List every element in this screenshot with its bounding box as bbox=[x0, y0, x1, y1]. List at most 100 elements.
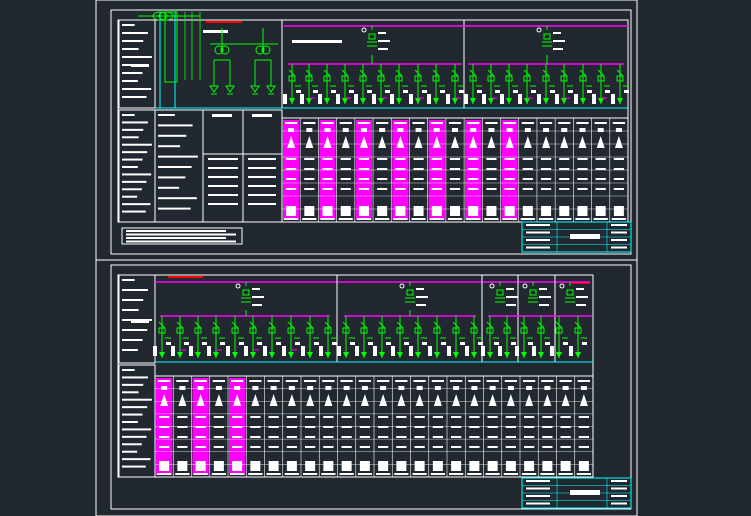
cell-block bbox=[542, 461, 553, 471]
feeder bbox=[592, 64, 610, 104]
cell-text bbox=[213, 436, 224, 438]
node bbox=[361, 27, 367, 33]
incomer-label bbox=[539, 288, 547, 290]
notes-text bbox=[126, 237, 226, 239]
cell-block bbox=[414, 461, 425, 471]
title-block-text bbox=[611, 480, 627, 482]
feeder-label bbox=[202, 342, 207, 345]
current-transformer bbox=[355, 346, 359, 356]
title-block-text bbox=[570, 234, 600, 239]
arrow-icon bbox=[378, 98, 384, 104]
ground-icon bbox=[266, 85, 276, 93]
cell-text bbox=[159, 446, 170, 448]
cell-text bbox=[414, 446, 425, 448]
breaker-icon bbox=[529, 289, 537, 296]
incomer-label bbox=[506, 288, 514, 290]
cell-text bbox=[486, 380, 499, 382]
current-transformer bbox=[592, 94, 596, 104]
cell-text bbox=[338, 218, 353, 220]
cell-text bbox=[485, 122, 498, 124]
cell-text bbox=[195, 446, 206, 448]
cell-block bbox=[395, 206, 406, 216]
cell-text bbox=[413, 158, 424, 160]
feeder-label bbox=[477, 90, 482, 93]
cell-text bbox=[249, 380, 262, 382]
feeder bbox=[465, 316, 483, 358]
cell-block bbox=[486, 206, 497, 216]
arrow-icon bbox=[470, 98, 476, 104]
cell-text bbox=[394, 122, 407, 124]
cell-text bbox=[285, 380, 298, 382]
incomer-label bbox=[576, 296, 588, 298]
cell-block bbox=[286, 461, 297, 471]
drawing-canvas[interactable] bbox=[0, 0, 751, 516]
cell-text bbox=[613, 158, 624, 160]
cell-text bbox=[157, 473, 172, 475]
current-transformer bbox=[336, 94, 340, 104]
title-block-text bbox=[611, 224, 627, 226]
feeder bbox=[447, 316, 465, 358]
ground-icon bbox=[225, 85, 235, 93]
cell-glyph bbox=[433, 394, 442, 406]
cell-glyph bbox=[378, 136, 387, 148]
title-block-text bbox=[526, 239, 550, 241]
cell-text bbox=[286, 416, 297, 418]
cell-text bbox=[358, 380, 371, 382]
arrow-icon bbox=[471, 352, 477, 358]
cell-block bbox=[468, 206, 479, 216]
cell-text bbox=[504, 178, 515, 180]
cell-text bbox=[306, 128, 313, 132]
cell-text bbox=[562, 386, 569, 390]
arrow-icon bbox=[453, 352, 459, 358]
notes-text bbox=[126, 233, 236, 236]
cell-text bbox=[542, 436, 553, 438]
current-transformer bbox=[500, 94, 504, 104]
cell-text bbox=[561, 128, 568, 132]
cell-text bbox=[575, 218, 590, 220]
cell-text bbox=[450, 380, 463, 382]
legend-text bbox=[122, 24, 135, 26]
arrow-icon bbox=[561, 98, 567, 104]
current-transformer bbox=[263, 346, 267, 356]
legend-text bbox=[122, 289, 148, 291]
cell-text bbox=[208, 185, 238, 187]
arrow-icon bbox=[538, 352, 544, 358]
legend-text bbox=[122, 309, 139, 311]
legend-text bbox=[158, 207, 191, 210]
current-transformer bbox=[481, 346, 485, 356]
cell-text bbox=[449, 178, 461, 180]
cell-block bbox=[340, 206, 351, 216]
cell-text bbox=[208, 194, 238, 196]
feeder bbox=[282, 316, 300, 358]
legend-text bbox=[122, 428, 152, 431]
cell-text bbox=[307, 386, 314, 390]
cell-text bbox=[359, 416, 370, 418]
cell-text bbox=[433, 128, 440, 132]
incomer-label bbox=[576, 304, 586, 306]
cell-text bbox=[215, 386, 222, 390]
ground-icon bbox=[209, 85, 219, 93]
cell-text bbox=[522, 158, 533, 160]
feeder bbox=[555, 64, 573, 104]
arrow-icon bbox=[324, 98, 330, 104]
cell-text bbox=[320, 218, 335, 220]
cell-text bbox=[452, 128, 458, 132]
cell-text bbox=[376, 122, 389, 124]
incomer bbox=[235, 282, 264, 306]
cell-text bbox=[248, 158, 276, 160]
cell-text bbox=[398, 386, 405, 390]
feeder bbox=[464, 64, 482, 104]
cell-text bbox=[286, 446, 297, 448]
cell-text bbox=[411, 218, 426, 220]
legend-text bbox=[122, 203, 151, 206]
cell-glyph bbox=[561, 394, 570, 406]
feeder-label bbox=[331, 90, 336, 93]
cell-text bbox=[323, 436, 334, 438]
cell-text bbox=[248, 176, 276, 178]
current-transformer bbox=[300, 94, 304, 104]
feeder-label bbox=[367, 90, 372, 93]
arrow-icon bbox=[556, 352, 562, 358]
cell-text bbox=[304, 178, 315, 180]
incomer-label bbox=[378, 32, 386, 34]
cell-text bbox=[468, 380, 481, 382]
